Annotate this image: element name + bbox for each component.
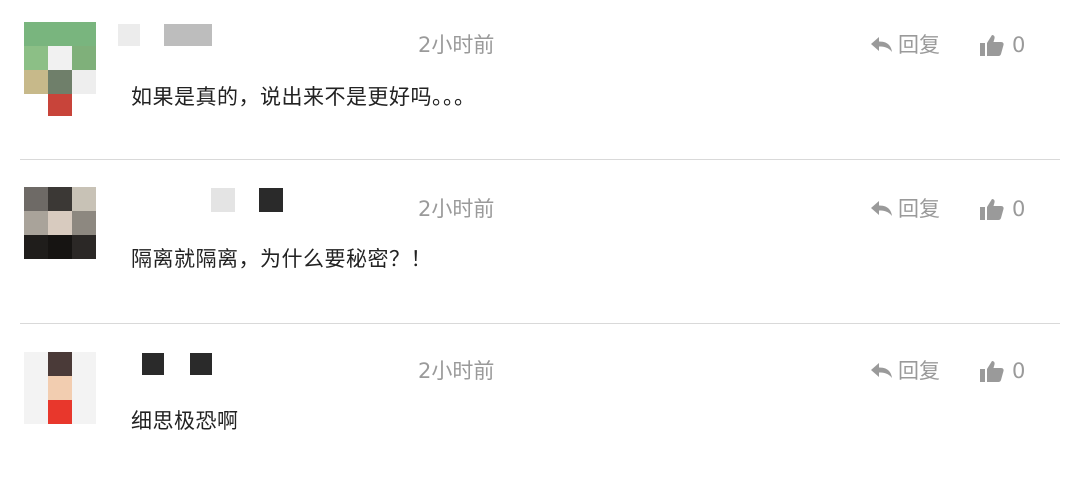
comment-text: 如果是真的，说出来不是更好吗。。。 [131, 85, 476, 109]
reply-button[interactable]: 回复 [870, 32, 940, 58]
like-count: 0 [1012, 197, 1026, 221]
reply-label: 回复 [898, 197, 940, 221]
like-button[interactable]: 0 [980, 196, 1025, 222]
reply-arrow-icon [871, 37, 892, 52]
divider [20, 323, 1060, 324]
comment-item: 2小时前 回复 0 细思极恐啊 [0, 326, 1080, 488]
comment-item: 2小时前 回复 0 隔离就隔离，为什么要秘密？！ [0, 163, 1080, 325]
thumbs-up-icon [980, 35, 1004, 56]
avatar[interactable] [24, 187, 96, 259]
comment-text: 隔离就隔离，为什么要秘密？！ [131, 247, 432, 271]
like-button[interactable]: 0 [980, 32, 1025, 58]
reply-arrow-icon [871, 201, 892, 216]
comment-text: 细思极恐啊 [131, 409, 239, 433]
reply-arrow-icon [871, 363, 892, 378]
reply-button[interactable]: 回复 [870, 358, 940, 384]
thumbs-up-icon [980, 199, 1004, 220]
username-obscured[interactable] [118, 24, 212, 48]
like-button[interactable]: 0 [980, 358, 1025, 384]
divider [20, 159, 1060, 160]
comment-time: 2小时前 [418, 33, 495, 57]
avatar[interactable] [24, 22, 96, 116]
thumbs-up-icon [980, 361, 1004, 382]
comment-time: 2小时前 [418, 197, 495, 221]
like-count: 0 [1012, 359, 1026, 383]
avatar[interactable] [24, 352, 96, 424]
username-obscured[interactable] [142, 353, 212, 377]
comment-item: 2小时前 回复 0 如果是真的，说出来不是更好吗。。。 [0, 0, 1080, 162]
reply-button[interactable]: 回复 [870, 196, 940, 222]
reply-label: 回复 [898, 33, 940, 57]
comment-time: 2小时前 [418, 359, 495, 383]
like-count: 0 [1012, 33, 1026, 57]
username-obscured[interactable] [211, 188, 285, 212]
reply-label: 回复 [898, 359, 940, 383]
